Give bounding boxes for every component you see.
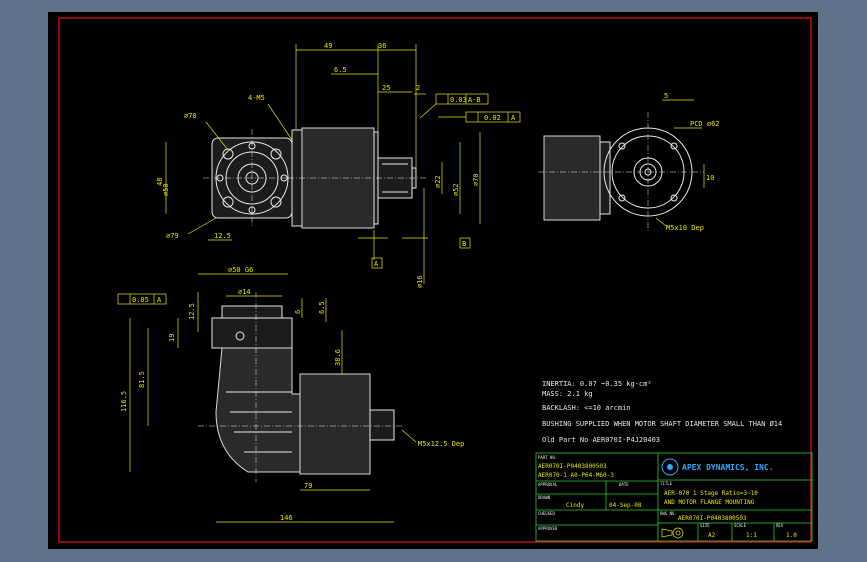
tb-drawn-by: Cindy [566,502,584,509]
dim-6.5-b: 6.5 [318,301,326,314]
dim-146: 146 [280,514,293,522]
side-view [288,127,426,229]
note-backlash: BACKLASH: <=10 arcmin [542,404,631,412]
tb-checked-label: CHECKED [538,511,555,516]
tb-drawn-label: DRAWN [538,495,551,500]
title-block: PART NO. AER070I-P0403800503 AER070-1 A0… [535,452,813,542]
dim-dia70-bolt: ⌀70 [184,112,197,120]
gdt-0.05: 0.05 [132,296,149,304]
dim-dia79: ⌀79 [166,232,179,240]
dim-dia22: ⌀22 [434,175,442,188]
dim-38.6: 38.6 [334,349,342,366]
projection-symbol-icon [661,527,684,539]
dim-12.5: 12.5 [214,232,231,240]
dim-4-M5: 4-M5 [248,94,265,102]
dim-pcd62: PCD ⌀62 [690,120,720,128]
dim-12.5-b: 12.5 [188,303,196,320]
gdt-A-B: A-B [468,96,481,104]
tb-logo: APEX DYNAMICS, INC. [682,463,774,472]
tb-scale: 1:1 [746,532,757,539]
tb-part-no-2: AER070-1 A0-P64-M60-3 [538,472,614,479]
gdt-0.03: 0.03 [450,96,467,104]
notes: INERTIA: 0.07 ~0.35 kg-cm² MASS: 2.1 kg … [542,380,782,444]
dim-dia16: ⌀16 [416,275,424,288]
dim-49: 49 [324,42,332,50]
gdt-ref-A: A [511,114,516,122]
dim-79: 79 [304,482,312,490]
dim-M5x10: M5x10 Dep [666,224,704,232]
tb-rev: 1.0 [786,532,797,539]
drawing-svg: 49 36 6.5 25 2 4-M5 ⌀70 48 ⌀50 ⌀79 12.5 … [58,17,813,543]
tb-dwg-no-label: DWG NO. [660,511,677,516]
tb-part-no-1: AER070I-P0403800503 [538,463,607,470]
apex-logo-icon [661,458,679,476]
dim-10: 10 [706,174,714,182]
note-inertia: INERTIA: 0.07 ~0.35 kg-cm² [542,380,652,388]
dim-5: 5 [664,92,668,100]
bottom-view: ⌀50 G6 ⌀14 12.5 19 81.5 116.5 6 6.5 38.6… [117,266,464,523]
dim-dia70-shaft: ⌀70 [472,173,480,186]
note-old-part: Old Part No AER070I-P4J20403 [542,436,660,444]
right-view: 5 PCD ⌀62 10 M5x10 Dep [538,92,720,232]
tb-scale-label: SCALE [734,523,747,528]
dim-6: 6 [294,310,302,314]
tb-title-1: AER-070 1 Stage Ratio=3~10 [664,490,758,497]
tb-size: A2 [708,532,716,539]
dim-dia50-g6: ⌀50 G6 [228,266,253,274]
dim-dia50: ⌀50 [162,183,170,196]
tb-approved-label: APPROVED [538,526,558,531]
dim-dia52: ⌀52 [452,183,460,196]
front-view [203,129,301,227]
gdt-ref-A-bottom: A [157,296,162,304]
dim-2: 2 [416,84,420,92]
tb-approval-label: APPROVAL [538,482,558,487]
dim-36: 36 [378,42,386,50]
gdt-0.02: 0.02 [484,114,501,122]
dim-81.5: 81.5 [138,371,146,388]
tb-part-no-label: PART NO. [538,455,557,460]
dim-6.5: 6.5 [334,66,347,74]
cad-viewer: 49 36 6.5 25 2 4-M5 ⌀70 48 ⌀50 ⌀79 12.5 … [0,0,867,562]
dim-116.5: 116.5 [120,391,128,412]
datum-A: A [374,260,379,268]
dim-19: 19 [168,334,176,342]
tb-rev-label: REV [776,523,784,528]
tb-title-2: AND MOTOR FLANGE MOUNTING [664,499,755,506]
tb-size-label: SIZE [700,523,710,528]
tb-date-label: DATE [619,482,629,487]
tb-title-label: TITLE [660,481,673,486]
dim-dia14: ⌀14 [238,288,251,296]
drawing-canvas[interactable]: 49 36 6.5 25 2 4-M5 ⌀70 48 ⌀50 ⌀79 12.5 … [48,12,818,549]
tb-dwg-no: AER070I-P0403800503 [678,515,747,522]
dim-M5x12.5: M5x12.5 Dep [418,440,464,448]
tb-drawn-date: 04-Sep-08 [609,502,642,509]
note-mass: MASS: 2.1 kg [542,390,593,398]
dim-25: 25 [382,84,390,92]
datum-B: B [462,240,466,248]
note-bushing: BUSHING SUPPLIED WHEN MOTOR SHAFT DIAMET… [542,420,782,428]
